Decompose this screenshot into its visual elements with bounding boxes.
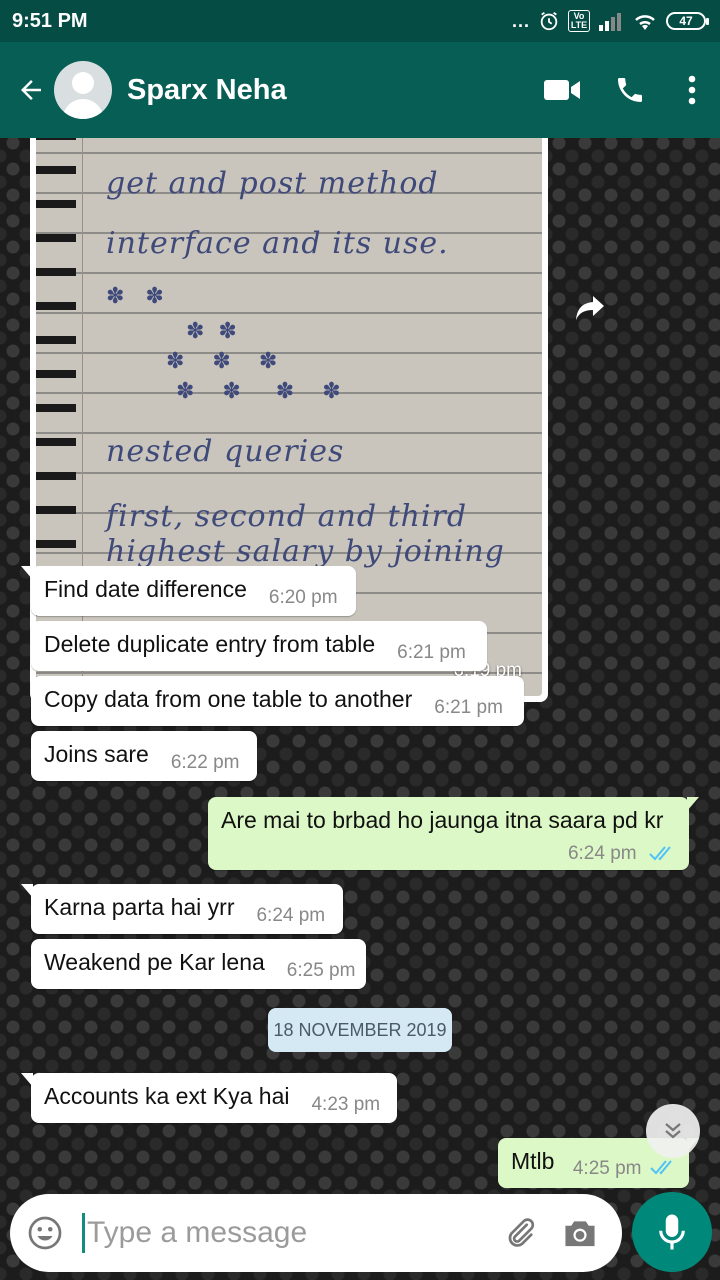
message-time: 4:23 pm [311,1094,381,1115]
message-text: Find date difference [44,576,247,602]
avatar[interactable] [54,61,112,119]
message-text: Joins sare [44,741,149,767]
incoming-message[interactable]: Karna parta hai yrr 6:24 pm [21,884,343,934]
signal-icon [599,13,621,31]
handwritten-line: nested queries [106,434,345,469]
handwritten-stars: ✽ ✽ ✽ [166,349,278,374]
message-text: Copy data from one table to another [44,686,413,712]
contact-name[interactable]: Sparx Neha [127,74,532,107]
more-options-button[interactable] [672,60,712,120]
message-text: Mtlb [511,1148,555,1174]
message-text: Are mai to brbad ho jaunga itna saara pd… [221,807,664,833]
voice-record-button[interactable] [632,1192,712,1272]
emoji-icon [28,1216,62,1250]
incoming-message[interactable]: Delete duplicate entry from table 6:21 pm [31,621,487,671]
battery-level: 47 [679,14,693,28]
message-time: 6:20 pm [268,587,338,608]
handwritten-stars: ✽ ✽ [106,284,164,309]
forward-icon [576,296,604,320]
image-message[interactable]: get and post method interface and its us… [30,138,548,702]
incoming-message[interactable]: Copy data from one table to another 6:21 … [31,676,524,726]
incoming-message[interactable]: Joins sare 6:22 pm [31,731,257,781]
voice-call-button[interactable] [600,60,660,120]
back-arrow-icon [21,80,41,100]
alarm-icon [540,11,558,31]
double-chevron-down-icon [665,1123,681,1139]
camera-button[interactable] [550,1203,610,1263]
wifi-icon [635,15,655,30]
date-separator: 18 NOVEMBER 2019 [268,1008,452,1052]
status-icons: ... Vo LTE 47 [511,10,709,32]
microphone-icon [659,1214,685,1250]
handwritten-stars: ✽ ✽ [186,319,237,344]
handwritten-line: first, second and third [106,499,468,534]
incoming-message[interactable]: Accounts ka ext Kya hai 4:23 pm [21,1073,397,1123]
read-receipt-icon [650,1160,672,1175]
status-time: 9:51 PM [12,9,88,32]
message-composer [10,1194,622,1272]
read-receipt-icon [649,846,671,861]
message-time: 6:25 pm [286,960,356,981]
message-text: Karna parta hai yrr [44,894,235,920]
attach-button[interactable] [490,1203,550,1263]
battery-icon: 47 [666,12,709,30]
phone-icon [618,78,642,102]
message-text: Weakend pe Kar lena [44,949,265,975]
camera-icon [565,1221,595,1247]
chat-area[interactable]: get and post method interface and its us… [0,138,720,1188]
message-time: 6:22 pm [170,752,240,773]
message-time: 6:21 pm [434,697,503,718]
outgoing-message[interactable]: Are mai to brbad ho jaunga itna saara pd… [208,797,699,870]
default-avatar-icon [62,72,104,119]
video-call-icon [544,80,580,100]
handwritten-line: get and post method [106,166,439,201]
video-call-button[interactable] [532,60,592,120]
chat-header: Sparx Neha [0,42,720,138]
message-meta: 6:24 pm [221,838,677,865]
message-time: 6:24 pm [256,905,326,926]
forward-button[interactable] [568,286,612,330]
scroll-to-bottom-button[interactable] [646,1104,700,1158]
status-bar: 9:51 PM ... Vo LTE 47 [0,0,720,42]
incoming-message[interactable]: Find date difference 6:20 pm [21,566,356,616]
notification-dots: ... [511,10,530,31]
message-time: 6:21 pm [397,642,466,663]
incoming-message[interactable]: Weakend pe Kar lena 6:25 pm [31,939,366,989]
message-time: 4:25 pm [572,1158,642,1179]
more-vert-icon [688,75,696,105]
handwritten-stars: ✽ ✽ ✽ ✽ [176,379,341,404]
volte-icon: Vo LTE [568,10,590,32]
back-button[interactable] [8,60,54,120]
message-text: Accounts ka ext Kya hai [44,1083,290,1109]
message-time: 6:24 pm [567,843,637,864]
handwritten-line: interface and its use. [106,226,449,261]
handwritten-line: highest salary by joining [106,534,505,569]
emoji-button[interactable] [10,1198,80,1268]
paperclip-icon [508,1218,535,1247]
text-cursor [82,1213,85,1253]
message-input[interactable] [87,1216,490,1250]
message-text: Delete duplicate entry from table [44,631,376,657]
